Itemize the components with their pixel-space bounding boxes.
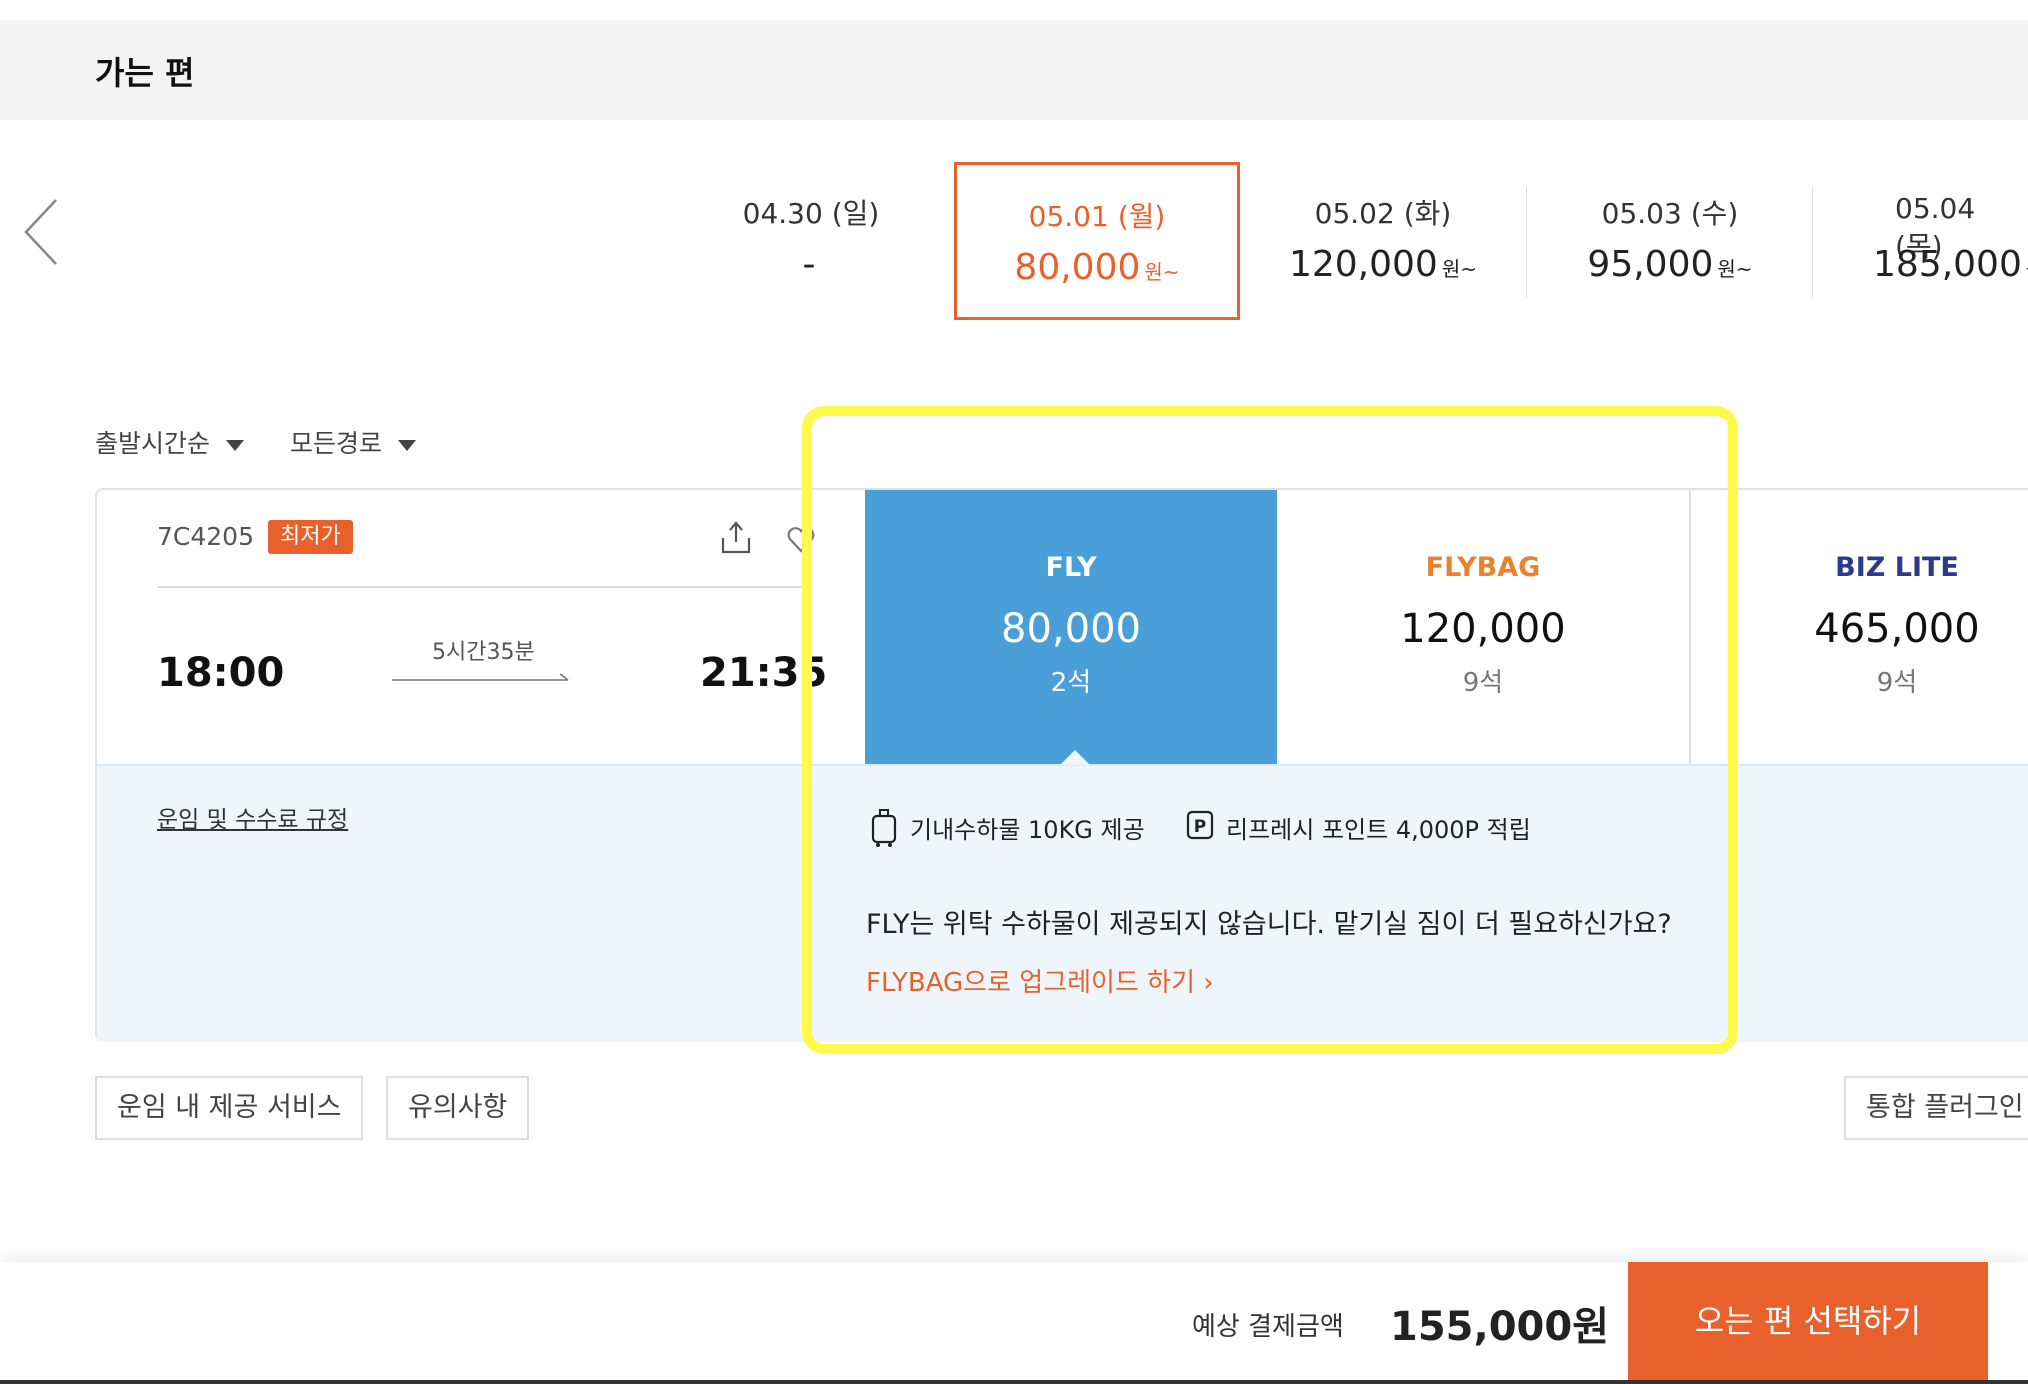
chevron-left-icon[interactable] <box>22 196 62 268</box>
total-label: 예상 결제금액 <box>1192 1312 1344 1342</box>
route-dropdown[interactable]: 모든경로 <box>290 424 417 460</box>
departure-time: 18:00 <box>157 650 285 696</box>
fare-services-button[interactable]: 운임 내 제공 서비스 <box>95 1076 364 1140</box>
flight-duration: 5시간35분 <box>432 640 535 665</box>
fare-rules-link[interactable]: 운임 및 수수료 규정 <box>157 800 348 834</box>
divider <box>157 586 807 588</box>
lowest-price-badge: 최저가 <box>268 520 353 554</box>
caret-down-icon <box>226 439 245 451</box>
total-amount: 155,000원 <box>1390 1304 1609 1350</box>
sort-label: 출발시간순 <box>95 429 211 458</box>
fare-name: BIZ LITE <box>1835 552 1959 583</box>
date-label: 04.30 (일) <box>742 197 880 230</box>
page-title: 가는 편 <box>95 54 195 92</box>
date-tab-0502[interactable]: 05.02 (화) 120,000 원~ <box>1240 162 1526 320</box>
date-price: 95,000 원~ <box>1587 244 1753 285</box>
date-label: 05.01 (월) <box>1028 200 1166 233</box>
page-header <box>0 20 2028 120</box>
route-label: 모든경로 <box>290 429 383 458</box>
share-icon[interactable] <box>720 520 752 556</box>
highlight-box <box>802 406 1738 1054</box>
sort-dropdown[interactable]: 출발시간순 <box>95 424 245 460</box>
date-label: 05.03 (수) <box>1601 197 1739 230</box>
select-return-flight-button[interactable]: 오는 편 선택하기 <box>1628 1262 1988 1380</box>
flight-number: 7C4205 <box>157 522 254 551</box>
caret-down-icon <box>398 439 417 451</box>
date-price: 80,000 원~ <box>1014 247 1180 288</box>
date-tab-0501[interactable]: 05.01 (월) 80,000 원~ <box>954 162 1240 320</box>
fare-seats: 9석 <box>1876 668 1918 698</box>
fare-option-bizlite[interactable]: BIZ LITE 465,000 9석 <box>1691 490 2028 764</box>
fare-price: 465,000 <box>1814 606 1980 652</box>
arrow-right-icon <box>392 673 569 681</box>
date-tab-0504[interactable]: 05.04 (목) 185,000원 <box>1813 162 2028 320</box>
date-price: - <box>802 244 816 285</box>
date-price: 185,000원 <box>1873 244 2028 285</box>
date-tab-0430[interactable]: 04.30 (일) - <box>668 162 954 320</box>
date-price: 120,000 원~ <box>1288 244 1478 285</box>
date-tab-0503[interactable]: 05.03 (수) 95,000 원~ <box>1527 162 1813 320</box>
date-label: 05.02 (화) <box>1314 197 1452 230</box>
integrated-plugin-button[interactable]: 통합 플러그인 <box>1844 1076 2028 1140</box>
notes-button[interactable]: 유의사항 <box>386 1076 530 1140</box>
window-edge <box>0 1380 2028 1384</box>
